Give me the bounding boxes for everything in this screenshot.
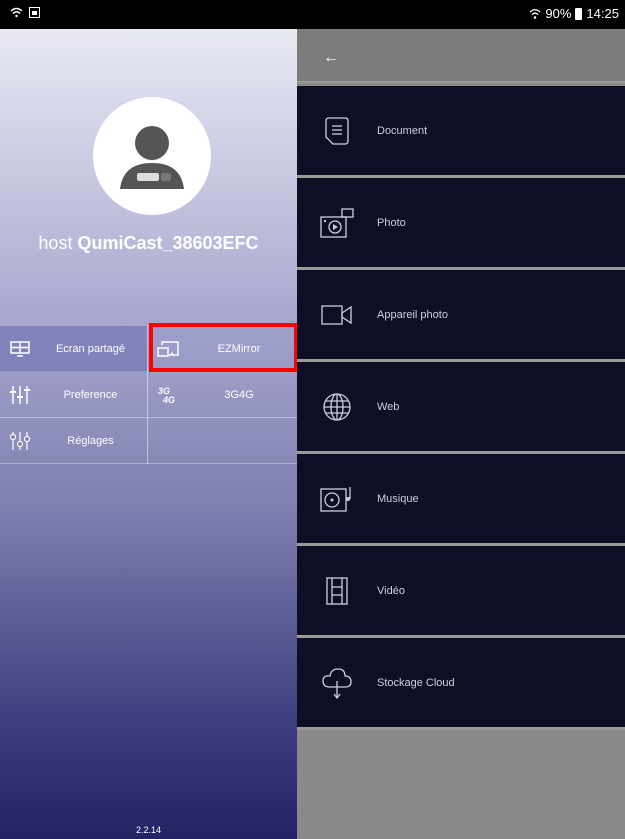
film-icon (297, 576, 377, 605)
content-panel: ← Document Photo Appareil photo Web Musi… (297, 29, 625, 839)
navigation-drawer: host QumiCast_38603EFC Ecran partagé EZM… (0, 29, 297, 839)
media-list: Document Photo Appareil photo Web Musiqu… (297, 86, 625, 730)
menu-item-3g4g[interactable]: 3G 4G 3G4G (148, 372, 296, 418)
wifi-icon (529, 8, 541, 19)
user-avatar-icon (120, 126, 184, 189)
host-prefix: host (38, 233, 73, 253)
host-name: host QumiCast_38603EFC (0, 233, 297, 254)
status-bar: 90% 14:25 (0, 0, 625, 29)
globe-icon (297, 392, 377, 422)
menu-item-reglages[interactable]: Réglages (0, 418, 148, 464)
highlight-box (149, 323, 298, 372)
app-version: 2.2.14 (135, 825, 162, 835)
photo-icon (297, 207, 377, 238)
video-camera-icon (297, 304, 377, 325)
3g4g-icon: 3G 4G (148, 385, 188, 405)
list-item-video[interactable]: Vidéo (297, 546, 625, 638)
wifi-signal-icon (10, 7, 23, 18)
menu-row: Réglages (0, 418, 297, 464)
list-item-web[interactable]: Web (297, 362, 625, 454)
panel-footer (297, 748, 625, 839)
document-icon (297, 116, 377, 145)
split-screen-icon (0, 341, 40, 357)
list-item-photo[interactable]: Photo (297, 178, 625, 270)
avatar[interactable] (93, 97, 211, 215)
menu-item-preference[interactable]: Preference (0, 372, 148, 418)
settings-sliders-icon (0, 431, 40, 451)
menu-item-ecran-partage[interactable]: Ecran partagé (0, 326, 148, 372)
host-device-name: QumiCast_38603EFC (77, 233, 259, 253)
svg-text:4G: 4G (162, 395, 175, 405)
cloud-icon (297, 667, 377, 699)
battery-percent: 90% (545, 6, 572, 21)
screenshot-icon (29, 7, 40, 18)
list-item-appareil-photo[interactable]: Appareil photo (297, 270, 625, 362)
music-icon (297, 486, 377, 512)
panel-header: ← (297, 29, 625, 83)
battery-icon (575, 7, 583, 20)
list-item-document[interactable]: Document (297, 86, 625, 178)
list-item-stockage-cloud[interactable]: Stockage Cloud (297, 638, 625, 730)
back-arrow-icon[interactable]: ← (323, 49, 339, 67)
menu-row: Preference 3G 4G 3G4G (0, 372, 297, 418)
list-item-musique[interactable]: Musique (297, 454, 625, 546)
clock: 14:25 (586, 6, 619, 21)
sliders-icon (0, 385, 40, 405)
menu-item-empty (148, 418, 296, 464)
